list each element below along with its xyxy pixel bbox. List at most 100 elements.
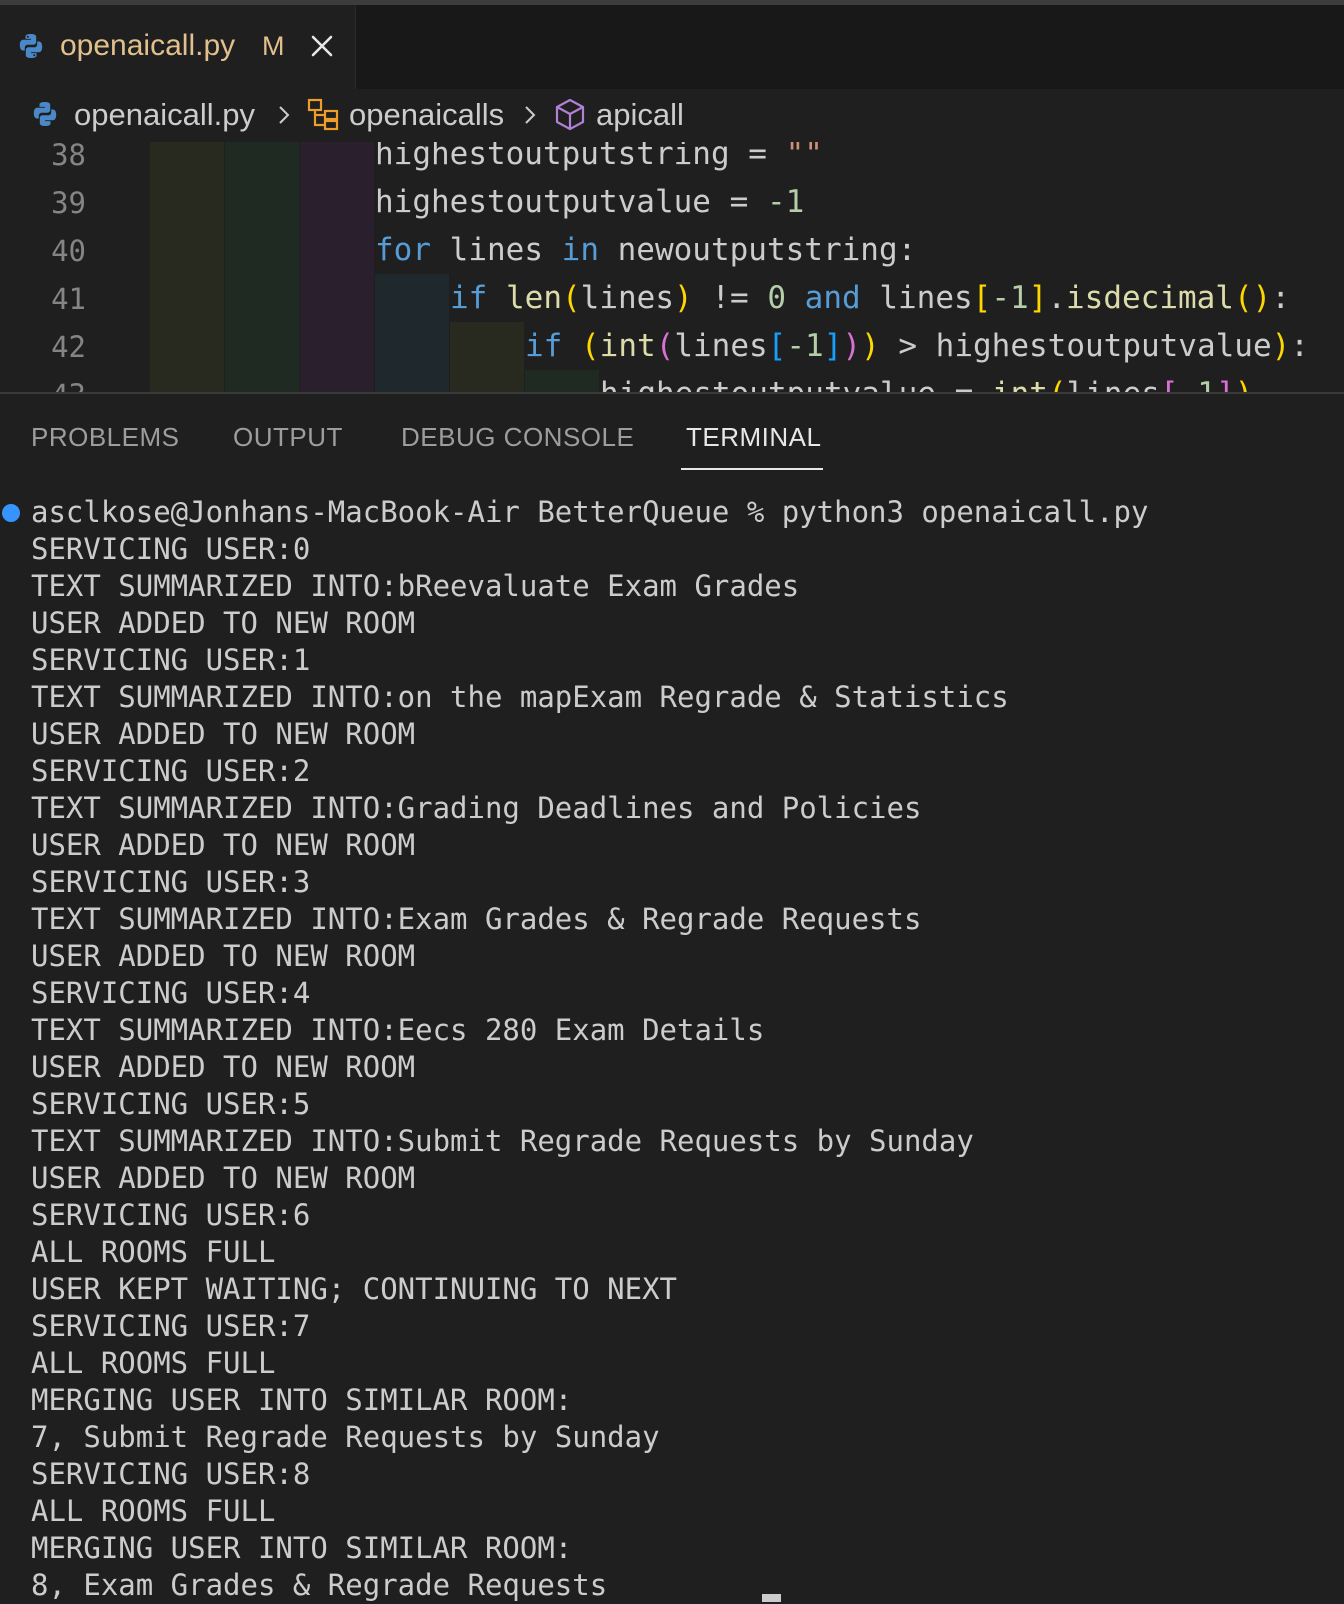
code-token: : xyxy=(1290,328,1309,364)
terminal-line: MERGING USER INTO SIMILAR ROOM: xyxy=(31,1383,573,1417)
code-token: highestoutputstring = xyxy=(375,142,786,172)
code-token: () xyxy=(1233,280,1272,316)
terminal-line: SERVICING USER:7 xyxy=(31,1309,311,1343)
terminal-line: TEXT SUMMARIZED INTO:on the mapExam Regr… xyxy=(31,680,1009,714)
code-token: lines xyxy=(674,328,768,364)
code-token: ( xyxy=(1048,376,1067,392)
terminal-prompt: asclkose@Jonhans-MacBook-Air BetterQueue… xyxy=(31,495,1149,529)
indent-guide xyxy=(150,142,224,392)
terminal-cursor xyxy=(762,1594,781,1602)
code-line: highestoutputvalue = -1 xyxy=(375,184,804,220)
code-token: lines xyxy=(580,280,674,316)
breadcrumb: openaicall.py openaicalls apicall xyxy=(0,89,1344,142)
terminal-line: USER ADDED TO NEW ROOM xyxy=(31,939,416,973)
chevron-right-icon xyxy=(279,106,290,124)
code-token: in xyxy=(561,232,599,268)
code-line: highestoutputstring = "" xyxy=(375,142,823,172)
active-tab-indicator xyxy=(681,468,823,470)
terminal-line: ALL ROOMS FULL xyxy=(31,1346,276,1380)
code-line: if len(lines) != 0 and lines[-1].isdecim… xyxy=(450,280,1290,316)
terminal-line: SERVICING USER:3 xyxy=(31,865,311,899)
code-token: ( xyxy=(581,328,600,364)
terminal-line: SERVICING USER:4 xyxy=(31,976,311,1010)
python-file-icon xyxy=(33,102,57,126)
code-token: . xyxy=(1047,280,1066,316)
class-icon xyxy=(307,98,339,131)
indent-guide xyxy=(300,142,374,392)
code-token: ] xyxy=(823,328,843,364)
code-token: -1 xyxy=(991,280,1029,316)
bottom-panel: PROBLEMS OUTPUT DEBUG CONSOLE TERMINAL a… xyxy=(0,392,1344,1604)
code-token: if xyxy=(450,280,488,316)
code-token: ( xyxy=(655,328,675,364)
terminal-line: USER ADDED TO NEW ROOM xyxy=(31,1161,416,1195)
terminal-line: SERVICING USER:5 xyxy=(31,1087,311,1121)
terminal-line: 7, Submit Regrade Requests by Sunday xyxy=(31,1420,660,1454)
python-file-icon xyxy=(19,34,43,58)
terminal-line: SERVICING USER:0 xyxy=(31,532,311,566)
terminal-line: TEXT SUMMARIZED INTO:Grading Deadlines a… xyxy=(31,791,922,825)
tab-debug-console[interactable]: DEBUG CONSOLE xyxy=(401,422,634,453)
tab-filename: openaicall.py xyxy=(60,29,236,62)
close-icon[interactable] xyxy=(308,32,336,60)
terminal-line: USER ADDED TO NEW ROOM xyxy=(31,717,416,751)
code-token: -1 xyxy=(766,184,805,220)
code-token: 0 xyxy=(767,280,786,316)
code-token: != xyxy=(692,280,768,316)
terminal-line: MERGING USER INTO SIMILAR ROOM: xyxy=(31,1531,573,1565)
code-token: highestoutputvalue = xyxy=(600,376,992,392)
code-token: lines xyxy=(1067,376,1160,392)
indent-guide xyxy=(375,274,449,392)
code-token: len xyxy=(506,280,562,316)
command-status-dot[interactable] xyxy=(2,504,20,522)
indent-guide xyxy=(450,322,524,392)
terminal-line: 8, Exam Grades & Regrade Requests xyxy=(31,1568,608,1602)
code-editor[interactable]: 38 39 40 41 42 43 highestoutputstring = … xyxy=(0,142,1344,392)
code-token: [ xyxy=(972,280,992,316)
code-token: if xyxy=(525,328,563,364)
terminal-line: SERVICING USER:1 xyxy=(31,643,311,677)
code-token: and xyxy=(804,280,861,316)
line-number: 42 xyxy=(51,330,86,364)
code-token: [ xyxy=(1160,376,1179,392)
tab-problems[interactable]: PROBLEMS xyxy=(31,422,180,453)
method-cube-icon xyxy=(555,98,585,131)
breadcrumb-file[interactable]: openaicall.py xyxy=(74,97,255,133)
code-token: "" xyxy=(785,142,823,172)
terminal-line: ALL ROOMS FULL xyxy=(31,1235,276,1269)
line-number: 43 xyxy=(0,378,86,392)
terminal-line: TEXT SUMMARIZED INTO:Exam Grades & Regra… xyxy=(31,902,922,936)
code-token: newoutputstring: xyxy=(598,232,917,268)
code-token: int xyxy=(599,328,656,364)
terminal-line: SERVICING USER:6 xyxy=(31,1198,311,1232)
breadcrumb-function[interactable]: apicall xyxy=(596,97,684,133)
terminal-line: TEXT SUMMARIZED INTO:Submit Regrade Requ… xyxy=(31,1124,974,1158)
code-token: [ xyxy=(767,328,787,364)
tab-terminal[interactable]: TERMINAL xyxy=(686,422,821,453)
code-token: highestoutputvalue = xyxy=(375,184,767,220)
code-token: -1 xyxy=(786,328,824,364)
code-line: if (int(lines[-1])) > highestoutputvalue… xyxy=(525,328,1309,364)
terminal-line: TEXT SUMMARIZED INTO:Eecs 280 Exam Detai… xyxy=(31,1013,765,1047)
terminal-line: USER ADDED TO NEW ROOM xyxy=(31,828,416,862)
code-token: isdecimal xyxy=(1066,280,1234,316)
code-token: int xyxy=(992,376,1048,392)
tab-output[interactable]: OUTPUT xyxy=(233,422,343,453)
code-token: ) xyxy=(674,280,693,316)
line-number: 41 xyxy=(51,282,86,316)
breadcrumb-class[interactable]: openaicalls xyxy=(349,97,504,133)
terminal-line: SERVICING USER:2 xyxy=(31,754,311,788)
code-line: highestoutputvalue = int(lines[-1]) xyxy=(600,376,1253,392)
tab-openaicall-py[interactable]: openaicall.py M xyxy=(0,5,356,89)
code-token: ) xyxy=(1235,376,1254,392)
code-line: for lines in newoutputstring: xyxy=(375,232,916,268)
code-token: > highestoutputvalue xyxy=(879,328,1272,364)
code-token: : xyxy=(1271,280,1290,316)
editor-tab-bar: openaicall.py M xyxy=(0,5,1344,89)
terminal-line: TEXT SUMMARIZED INTO:bReevaluate Exam Gr… xyxy=(31,569,800,603)
code-token: ( xyxy=(562,280,581,316)
terminal-line: USER KEPT WAITING; CONTINUING TO NEXT xyxy=(31,1272,678,1306)
code-token: -1 xyxy=(1179,376,1216,392)
terminal-line: SERVICING USER:8 xyxy=(31,1457,311,1491)
